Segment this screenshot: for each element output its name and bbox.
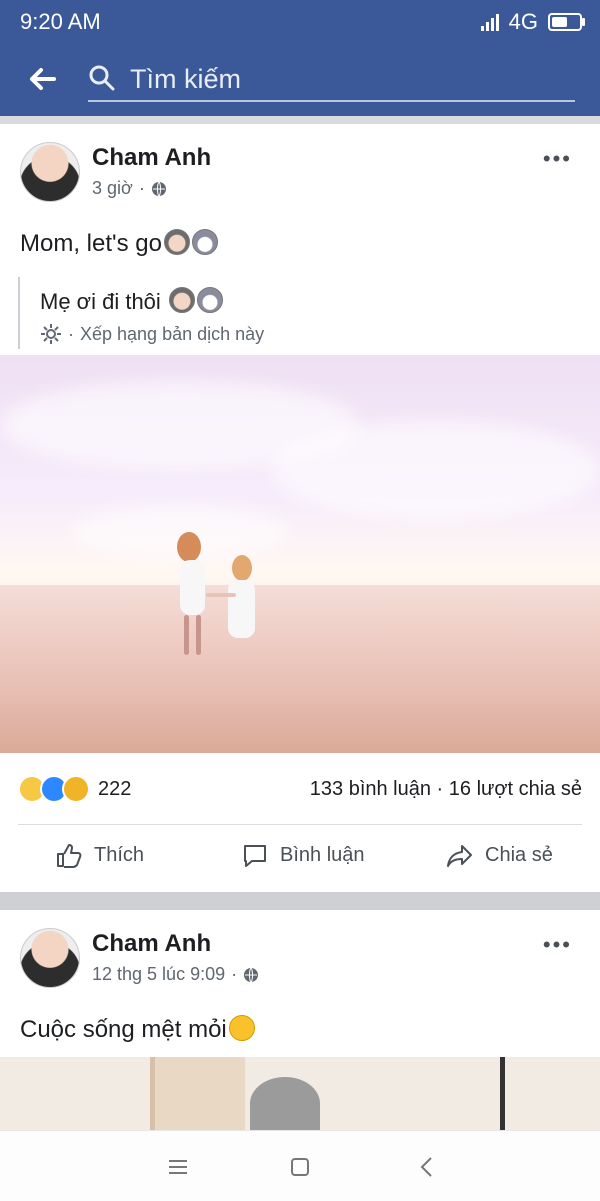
- network-label: 4G: [508, 9, 538, 34]
- divider: [18, 824, 582, 825]
- post-text: Mom, let's go: [20, 229, 218, 258]
- search-icon: [89, 65, 115, 91]
- search-input[interactable]: [128, 58, 572, 100]
- android-nav-bar: [0, 1130, 600, 1201]
- share-button[interactable]: Chia sẻ: [445, 840, 553, 870]
- battery-icon: [548, 13, 585, 31]
- search-field[interactable]: [88, 58, 575, 102]
- post-photo-preview[interactable]: [0, 1057, 600, 1130]
- more-options-icon[interactable]: •••: [543, 932, 572, 958]
- status-icons: 4G: [480, 9, 585, 35]
- share-icon: [447, 845, 472, 867]
- translation-block: Mẹ ơi đi thôi · Xếp hạng bản dịch này: [18, 277, 280, 349]
- girl-face-icon: [191, 229, 218, 255]
- reaction-count[interactable]: 222: [98, 778, 131, 801]
- comment-button[interactable]: Bình luận: [240, 840, 365, 870]
- post-time[interactable]: 12 thg 5 lúc 9:09: [92, 964, 225, 985]
- post-time[interactable]: 3 giờ: [92, 178, 133, 199]
- wow-reaction-icon: [62, 775, 90, 803]
- mother-figure: [177, 532, 201, 562]
- avatar[interactable]: [20, 142, 80, 202]
- avatar[interactable]: [20, 928, 80, 988]
- status-time: 9:20 AM: [20, 9, 101, 34]
- post-text: Cuộc sống mệt mỏi: [20, 1015, 255, 1044]
- post-meta: 3 giờ ·: [92, 178, 167, 199]
- separator-dot: ·: [68, 323, 74, 344]
- meta-separator: ·: [231, 964, 238, 984]
- author-name[interactable]: Cham Anh: [92, 930, 211, 958]
- like-button[interactable]: Thích: [54, 840, 144, 870]
- translated-text: Mẹ ơi đi thôi: [40, 287, 223, 315]
- thumbs-up-icon: [57, 844, 82, 868]
- menu-icon[interactable]: [164, 1153, 192, 1181]
- girl-figure: [232, 555, 252, 581]
- woman-face-icon: [168, 287, 195, 313]
- post-text-content: Mom, let's go: [20, 230, 162, 257]
- woman-face-icon: [163, 229, 190, 255]
- mother-figure-body: [180, 560, 205, 615]
- meta-separator: ·: [138, 178, 145, 198]
- reaction-summary[interactable]: 222: [18, 775, 131, 803]
- home-square-icon[interactable]: [286, 1153, 314, 1181]
- back-arrow-icon[interactable]: [26, 63, 58, 95]
- rate-translation-link[interactable]: · Xếp hạng bản dịch này: [40, 323, 264, 345]
- gear-icon: [41, 324, 61, 344]
- more-options-icon[interactable]: •••: [543, 146, 572, 172]
- comment-icon: [244, 845, 266, 867]
- comment-share-counts[interactable]: 133 bình luận · 16 lượt chia sẻ: [310, 778, 582, 801]
- post-meta: 12 thg 5 lúc 9:09 ·: [92, 964, 259, 985]
- share-label: Chia sẻ: [485, 843, 553, 866]
- globe-icon: [151, 181, 166, 196]
- post-card: Cham Anh 3 giờ · ••• Mom, let's go Mẹ ơi…: [0, 124, 600, 892]
- back-chevron-icon[interactable]: [414, 1153, 442, 1181]
- search-header: [0, 42, 600, 116]
- comment-label: Bình luận: [280, 843, 365, 866]
- post-card: Cham Anh 12 thg 5 lúc 9:09 · ••• Cuộc số…: [0, 910, 600, 1130]
- globe-icon: [244, 967, 259, 982]
- sleepy-face-icon: [228, 1015, 255, 1041]
- author-name[interactable]: Cham Anh: [92, 144, 211, 172]
- like-label: Thích: [94, 843, 145, 866]
- girl-figure-body: [228, 580, 255, 638]
- signal-icon: [480, 13, 499, 31]
- girl-face-icon: [196, 287, 223, 313]
- rate-translation-label[interactable]: Xếp hạng bản dịch này: [80, 324, 264, 345]
- post-photo[interactable]: [0, 355, 600, 753]
- status-bar: 9:20 AM 4G: [0, 0, 600, 42]
- feed-separator: [0, 892, 600, 910]
- post-text-content: Cuộc sống mệt mỏi: [20, 1016, 227, 1043]
- translated-text-content: Mẹ ơi đi thôi: [40, 289, 161, 314]
